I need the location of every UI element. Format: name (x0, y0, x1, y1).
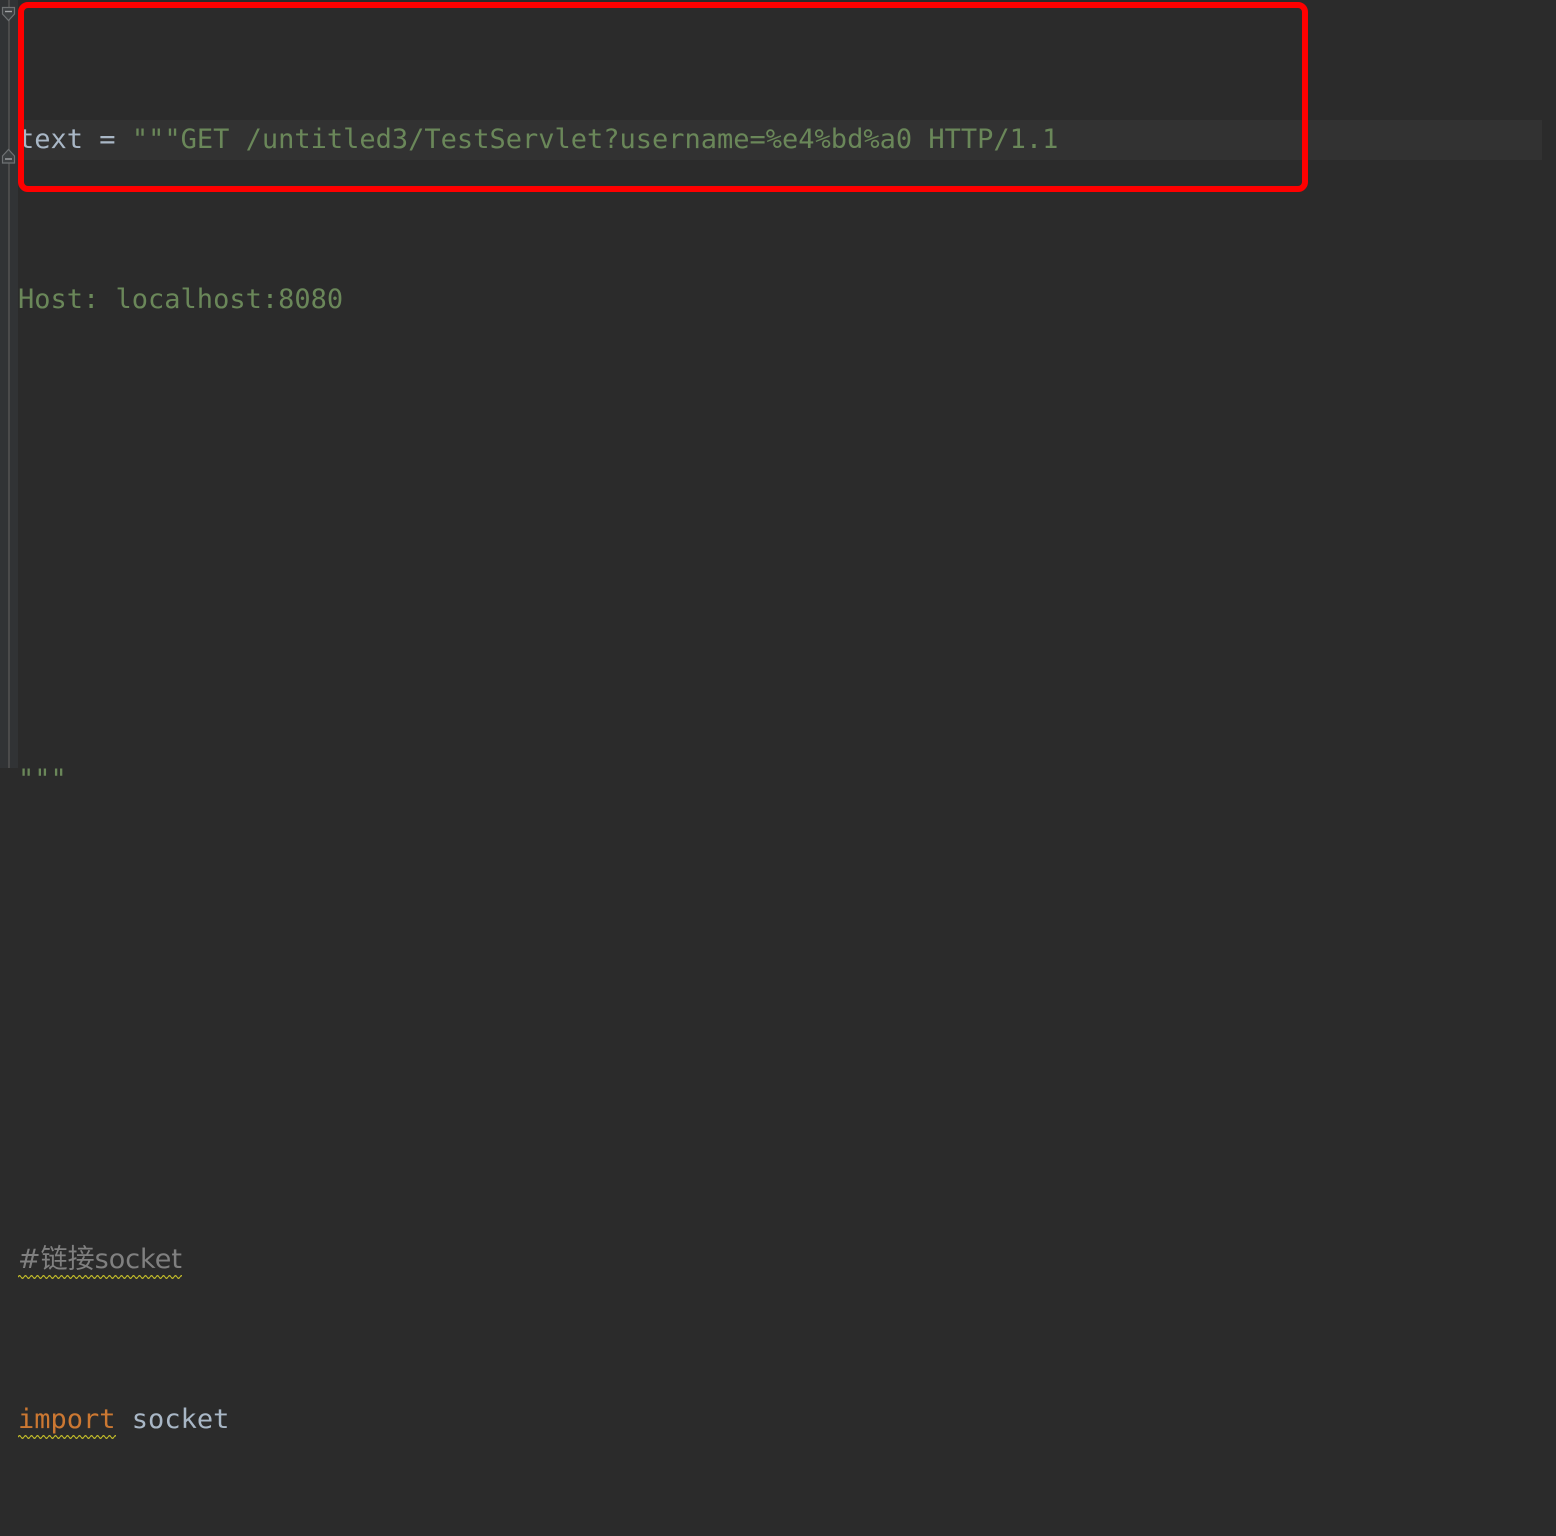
code-line[interactable]: text = """GET /untitled3/TestServlet?use… (18, 120, 1556, 160)
code-text-area[interactable]: text = """GET /untitled3/TestServlet?use… (18, 0, 1556, 1439)
code-line-empty-caret[interactable] (18, 600, 1556, 640)
fold-end-icon[interactable] (0, 148, 17, 165)
code-line[interactable]: #链接socket (18, 1240, 1556, 1280)
code-token-module-name: socket (115, 1404, 230, 1435)
code-token-comment: #链接socket (18, 1240, 182, 1280)
gutter-separator-line (8, 0, 10, 768)
code-line[interactable]: Host: localhost:8080 (18, 280, 1556, 320)
editor-scrollbar-track[interactable] (1542, 0, 1556, 768)
code-line-empty[interactable] (18, 1080, 1556, 1120)
code-token-string: Host: localhost:8080 (18, 284, 344, 315)
code-token-keyword-import: import (18, 1400, 116, 1440)
code-token-string: """GET /untitled3/TestServlet?username=%… (131, 124, 1059, 155)
code-line[interactable]: """ (18, 760, 1556, 800)
code-line-empty[interactable] (18, 440, 1556, 480)
code-token-string-terminator: """ (18, 764, 67, 795)
code-token-identifier: text (18, 124, 84, 155)
code-editor[interactable]: text = """GET /untitled3/TestServlet?use… (0, 0, 1556, 1439)
editor-gutter[interactable] (0, 0, 18, 768)
fold-collapse-icon[interactable] (0, 6, 17, 23)
code-line-empty[interactable] (18, 920, 1556, 960)
code-token-operator: = (99, 124, 116, 155)
code-line[interactable]: import socket (18, 1400, 1556, 1440)
